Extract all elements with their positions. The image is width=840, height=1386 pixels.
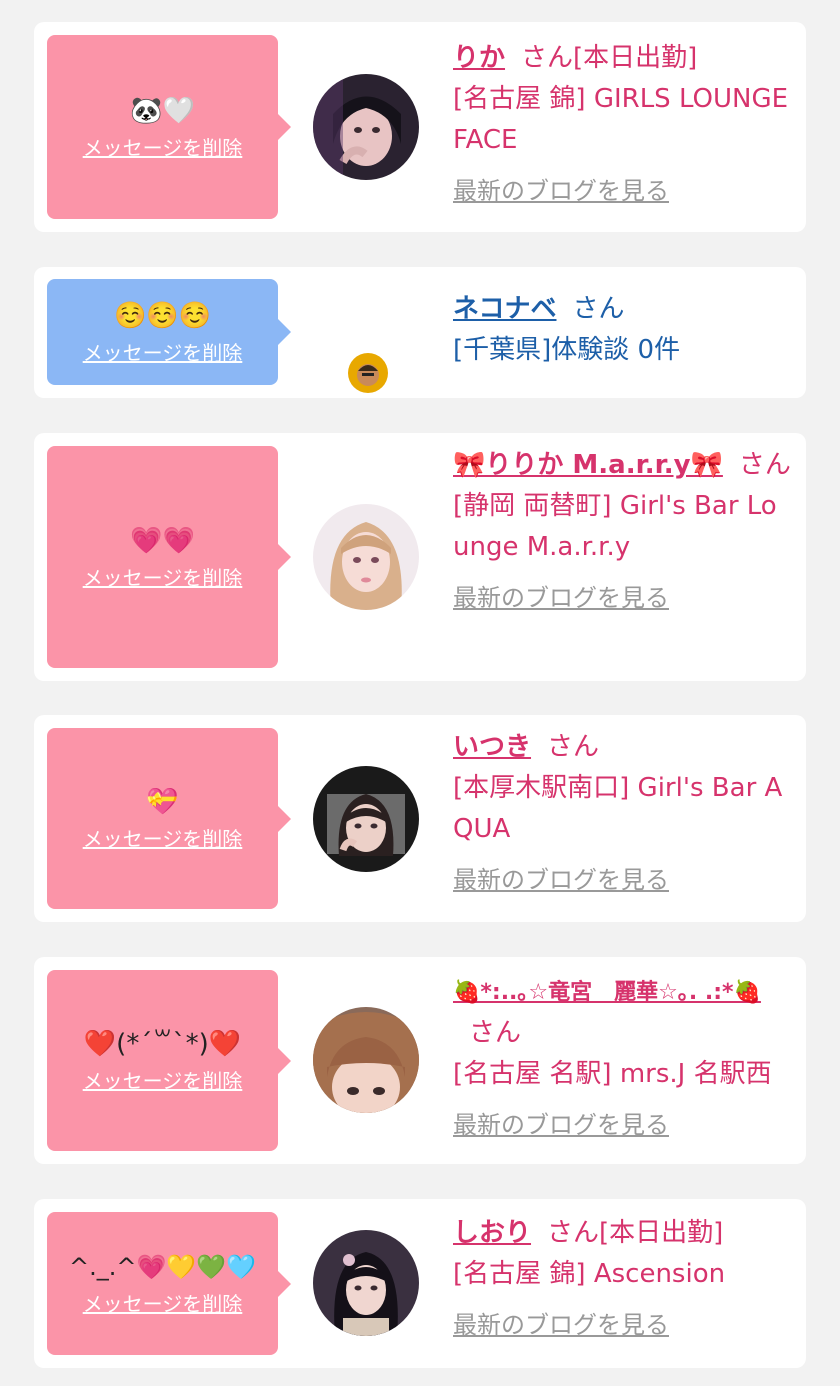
sender-name-link[interactable]: いつき <box>453 732 531 762</box>
shop-text: [本厚木駅南口] Girl's Bar AQUA <box>453 773 783 844</box>
honorific: さん <box>547 732 600 762</box>
message-text: 🐼🤍 <box>130 95 195 126</box>
avatar[interactable] <box>313 766 419 872</box>
latest-blog-link[interactable]: 最新のブログを見る <box>453 860 669 895</box>
message-card: ^._.^💗💛💚🩵 メッセージを削除 しおり さん[本日出勤] [名古屋 錦] A… <box>34 1199 806 1368</box>
shop-text: [名古屋 錦] Ascension <box>453 1259 726 1289</box>
latest-blog-link[interactable]: 最新のブログを見る <box>453 171 669 206</box>
message-bubble: ^._.^💗💛💚🩵 メッセージを削除 <box>47 1212 291 1355</box>
delete-message-link[interactable]: メッセージを削除 <box>83 1288 243 1317</box>
sender-name-link[interactable]: ネコナベ <box>453 294 556 324</box>
message-card: 💗💗 メッセージを削除 🎀りりか M.a.r.r.y🎀 さん [静岡 両替町] G… <box>34 433 806 681</box>
shop-text: [千葉県]体験談 0件 <box>453 335 681 365</box>
status-text: [本日出勤] <box>599 1218 724 1248</box>
message-text: 💝 <box>146 787 179 817</box>
message-text: ☺️☺️☺️ <box>113 300 212 331</box>
message-card: 💝 メッセージを削除 いつき さん [本厚木駅南口] Girl's Bar AQU… <box>34 715 806 922</box>
message-bubble: ❤️(*´꒳`*)❤️ メッセージを削除 <box>47 970 291 1151</box>
sender-name-link[interactable]: 🎀りりか M.a.r.r.y🎀 <box>453 450 723 480</box>
latest-blog-link[interactable]: 最新のブログを見る <box>453 1105 669 1140</box>
sender-info: 🎀りりか M.a.r.r.y🎀 さん [静岡 両替町] Girl's Bar Lo… <box>453 445 793 613</box>
delete-message-link[interactable]: メッセージを削除 <box>83 1065 243 1094</box>
avatar[interactable] <box>313 1007 419 1113</box>
honorific: さん <box>738 450 791 480</box>
avatar[interactable] <box>348 353 388 393</box>
message-card: ❤️(*´꒳`*)❤️ メッセージを削除 🍓*:..｡☆竜宮 麗華☆｡. .:*… <box>34 957 806 1164</box>
status-text: [本日出勤] <box>573 43 698 73</box>
message-bubble: ☺️☺️☺️ メッセージを削除 <box>47 279 291 385</box>
message-bubble: 💝 メッセージを削除 <box>47 728 291 909</box>
shop-text: [名古屋 錦] GIRLS LOUNGE FACE <box>453 84 789 155</box>
delete-message-link[interactable]: メッセージを削除 <box>83 337 243 366</box>
sender-name-link[interactable]: りか <box>453 43 505 73</box>
message-bubble: 🐼🤍 メッセージを削除 <box>47 35 291 219</box>
sender-info: りか さん[本日出勤] [名古屋 錦] GIRLS LOUNGE FACE 最新の… <box>453 38 793 206</box>
message-bubble: 💗💗 メッセージを削除 <box>47 446 291 668</box>
latest-blog-link[interactable]: 最新のブログを見る <box>453 578 669 613</box>
sender-info: しおり さん[本日出勤] [名古屋 錦] Ascension 最新のブログを見る <box>453 1213 793 1340</box>
honorific: さん <box>521 43 574 73</box>
honorific: さん <box>547 1218 600 1248</box>
sender-info: いつき さん [本厚木駅南口] Girl's Bar AQUA 最新のブログを見る <box>453 727 793 895</box>
delete-message-link[interactable]: メッセージを削除 <box>83 823 243 852</box>
sender-name-link[interactable]: 🍓*:..｡☆竜宮 麗華☆｡. .:*🍓 <box>453 980 761 1005</box>
avatar[interactable] <box>313 74 419 180</box>
honorific: さん <box>572 294 625 324</box>
message-card: 🐼🤍 メッセージを削除 りか さん[本日出勤] [名古屋 錦] GIRLS LOU… <box>34 22 806 232</box>
message-text: ^._.^💗💛💚🩵 <box>68 1253 256 1281</box>
shop-text: [静岡 両替町] Girl's Bar Lounge M.a.r.r.y <box>453 491 777 562</box>
sender-info: 🍓*:..｡☆竜宮 麗華☆｡. .:*🍓 さん [名古屋 名駅] mrs.J 名駅… <box>453 971 793 1140</box>
message-text: 💗💗 <box>130 525 195 556</box>
delete-message-link[interactable]: メッセージを削除 <box>83 562 243 591</box>
shop-text: [名古屋 名駅] mrs.J 名駅西 <box>453 1059 772 1089</box>
message-list: 🐼🤍 メッセージを削除 りか さん[本日出勤] [名古屋 錦] GIRLS LOU… <box>0 0 840 1386</box>
message-text: ❤️(*´꒳`*)❤️ <box>83 1029 242 1059</box>
avatar[interactable] <box>313 504 419 610</box>
honorific: さん <box>469 1018 522 1048</box>
delete-message-link[interactable]: メッセージを削除 <box>83 132 243 161</box>
avatar[interactable] <box>313 1230 419 1336</box>
sender-name-link[interactable]: しおり <box>453 1218 531 1248</box>
message-card: ☺️☺️☺️ メッセージを削除 ネコナベ さん [千葉県]体験談 0件 <box>34 267 806 398</box>
latest-blog-link[interactable]: 最新のブログを見る <box>453 1305 669 1340</box>
sender-info: ネコナベ さん [千葉県]体験談 0件 <box>453 289 793 371</box>
